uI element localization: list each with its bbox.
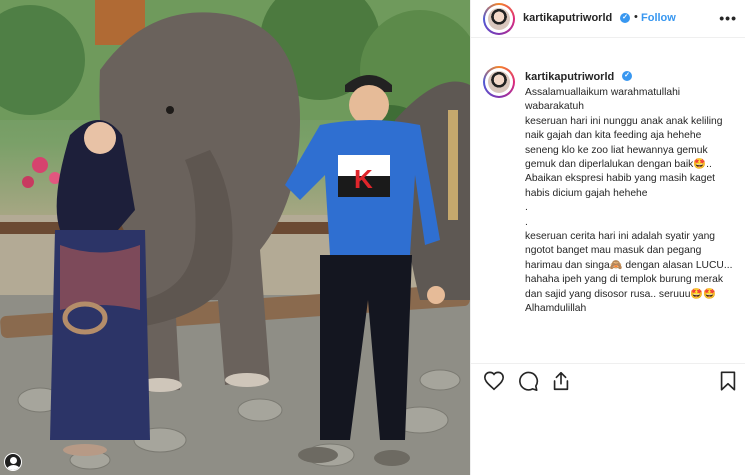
post-sidebar: kartikaputriworld ✓ • Follow ••• kartika… (471, 0, 745, 475)
tagged-user-icon[interactable] (4, 453, 22, 471)
follow-button[interactable]: Follow (641, 12, 676, 24)
caption-area: kartikaputriworld ✓ Assalamuallaikum war… (471, 38, 745, 363)
post-actions (471, 363, 745, 395)
author-avatar[interactable] (483, 3, 515, 35)
caption-author-avatar[interactable] (483, 66, 515, 98)
post-photo[interactable]: K (0, 0, 470, 475)
bookmark-icon[interactable] (717, 370, 739, 392)
caption-author-username[interactable]: kartikaputriworld (525, 71, 614, 83)
verified-badge-icon: ✓ (622, 71, 632, 81)
more-options-icon[interactable]: ••• (719, 10, 737, 26)
post-header: kartikaputriworld ✓ • Follow ••• (471, 0, 745, 38)
author-username[interactable]: kartikaputriworld (523, 12, 612, 24)
photo-illustration: K (0, 0, 470, 475)
verified-badge-icon: ✓ (620, 13, 630, 23)
post-caption: Assalamuallaikum warahmatullahi wabaraka… (525, 87, 733, 315)
heart-icon[interactable] (483, 370, 505, 392)
separator-dot: • (634, 11, 638, 23)
sweater-logo: K (354, 164, 373, 194)
share-icon[interactable] (550, 370, 572, 392)
comment-icon[interactable] (517, 370, 539, 392)
